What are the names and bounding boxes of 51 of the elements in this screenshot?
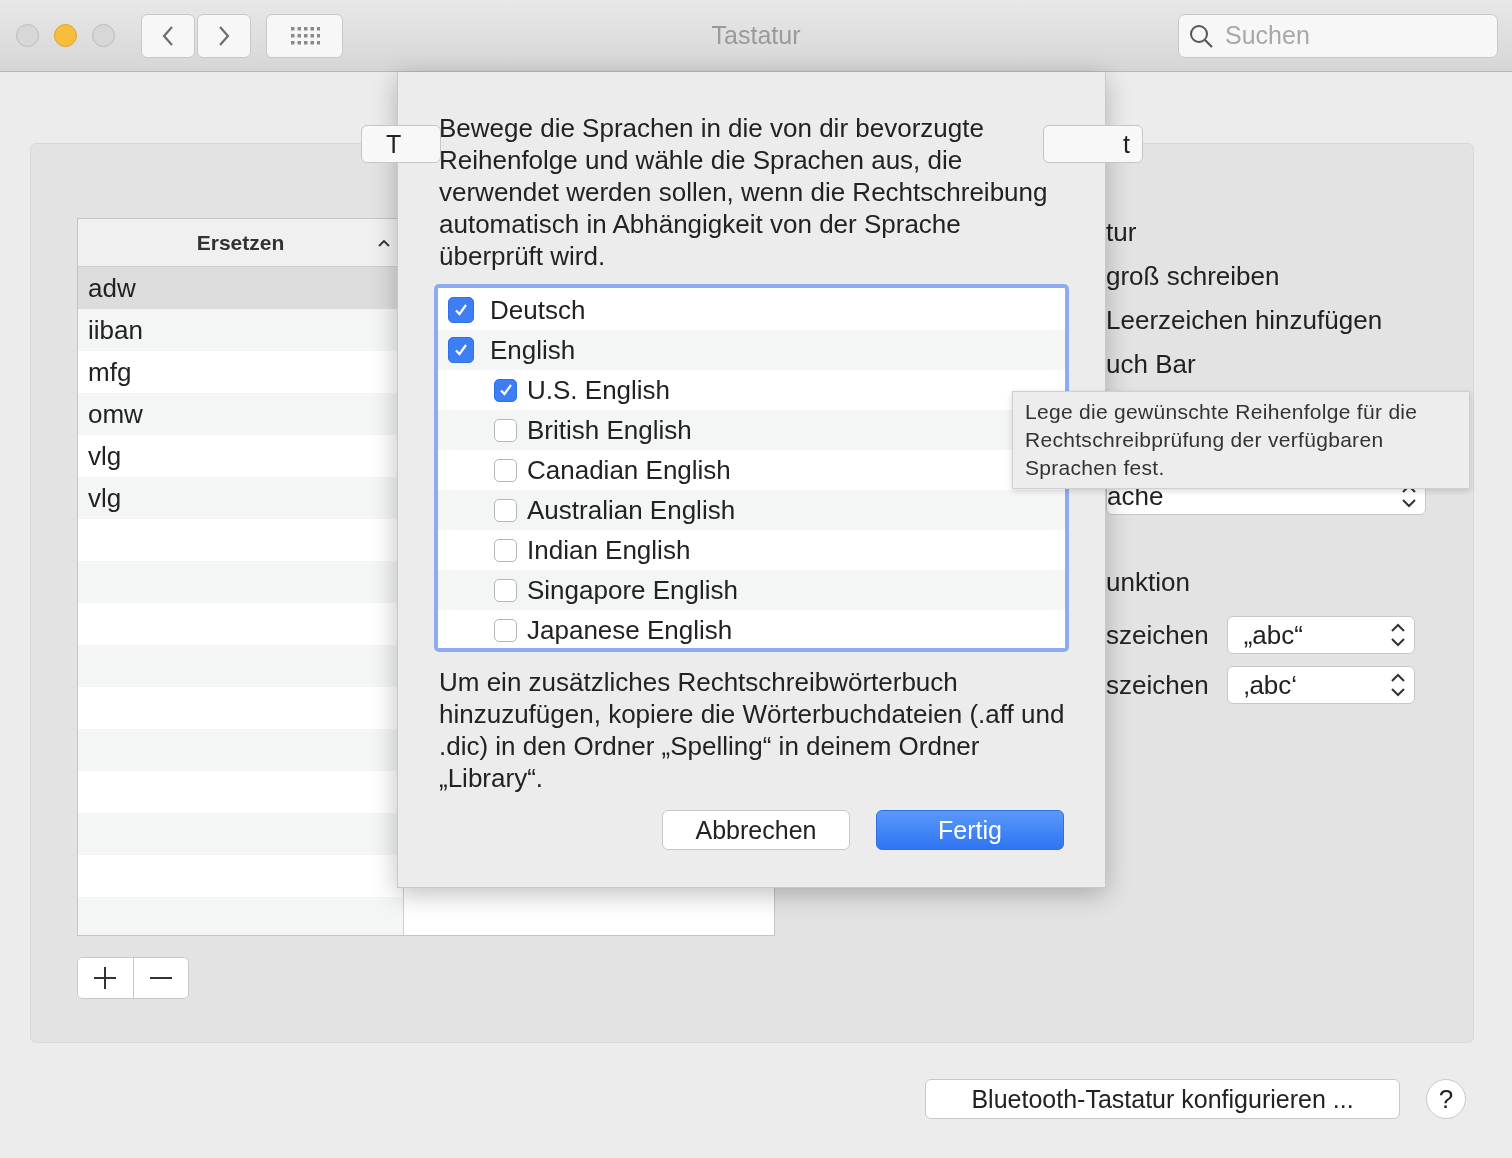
setting-label: tur <box>1106 216 1137 248</box>
up-down-arrows-icon <box>1389 622 1406 648</box>
search-field[interactable]: Suchen <box>1178 13 1498 58</box>
popup-button[interactable]: „abc“ <box>1226 616 1415 654</box>
up-down-arrows-icon <box>1389 672 1406 698</box>
language-label: Indian English <box>527 534 691 566</box>
setting-label: groß schreiben <box>1106 260 1280 292</box>
setting-label: Leerzeichen hinzufügen <box>1106 304 1383 336</box>
back-button[interactable] <box>141 13 195 58</box>
checkbox[interactable] <box>494 538 517 562</box>
plus-icon <box>93 966 118 990</box>
language-label: Japanese English <box>527 614 733 646</box>
bluetooth-keyboard-button[interactable]: Bluetooth-Tastatur konfigurieren ... <box>925 1079 1400 1119</box>
zoom-button[interactable] <box>92 24 115 47</box>
tab[interactable]: t <box>1043 125 1143 163</box>
checkbox[interactable] <box>448 297 474 323</box>
show-all-button[interactable] <box>266 13 343 58</box>
setting-label: unktion <box>1106 566 1190 598</box>
language-label: Canadian English <box>527 454 731 486</box>
sort-ascending-icon <box>377 238 391 248</box>
setting-label: szeichen <box>1106 669 1209 701</box>
popup-button[interactable]: ‚abc‘ <box>1226 666 1415 704</box>
language-label: Singapore English <box>527 574 739 606</box>
checkbox[interactable] <box>494 418 517 442</box>
setting-label: szeichen <box>1106 619 1209 651</box>
dialog-note: Um ein zusätzliches Rechtschreibwörterbuch hinzuzufügen, kopiere die Wörterbuchdateien (.aff und .dic) in den Ordner „Spelling“ in deinem Ordner „Library“. <box>439 666 1066 794</box>
checkbox[interactable] <box>494 378 517 402</box>
checkbox[interactable] <box>494 498 517 522</box>
window-title: Tastatur <box>711 21 801 50</box>
cancel-button[interactable]: Abbrechen <box>662 810 850 850</box>
language-label: English <box>490 334 576 366</box>
forward-button[interactable] <box>197 13 251 58</box>
checkbox[interactable] <box>448 337 474 363</box>
done-button[interactable]: Fertig <box>876 810 1064 850</box>
tab[interactable]: T <box>361 125 441 163</box>
checkbox[interactable] <box>494 618 517 642</box>
setting-label: uch Bar <box>1106 348 1196 380</box>
minimize-button[interactable] <box>54 24 77 47</box>
tooltip: Lege die gewünschte Reihenfolge für die Rechtschreibprüfung der verfügbaren Sprachen fest. <box>1012 391 1470 489</box>
language-label: U.S. English <box>527 374 671 406</box>
checkbox[interactable] <box>494 578 517 602</box>
language-label: Deutsch <box>490 294 586 326</box>
minus-icon <box>148 976 173 980</box>
column-header[interactable]: Ersetzen <box>78 219 403 266</box>
language-label: Australian English <box>527 494 736 526</box>
grid-icon <box>289 25 320 46</box>
language-label: British English <box>527 414 692 446</box>
checkbox[interactable] <box>494 458 517 482</box>
search-icon <box>1188 22 1214 49</box>
close-button[interactable] <box>16 24 39 47</box>
help-button[interactable]: ? <box>1426 1079 1466 1119</box>
